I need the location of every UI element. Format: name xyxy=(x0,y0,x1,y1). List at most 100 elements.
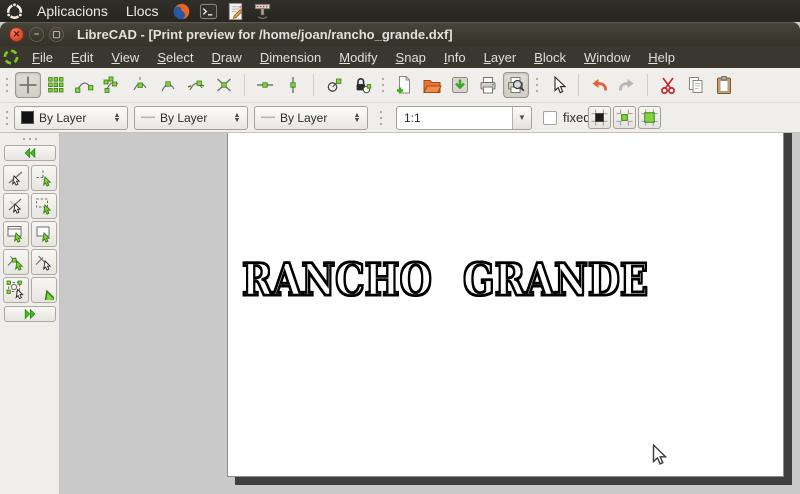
forward-button[interactable] xyxy=(4,306,56,322)
options-toolbar: By Layer▲▼By Layer▲▼By Layer▲▼ 1:1 ▼ fix… xyxy=(0,103,800,133)
menu-file[interactable]: File xyxy=(23,48,62,67)
window-titlebar[interactable]: ✕ − ▢ LibreCAD - [Print preview for /hom… xyxy=(0,22,800,46)
black-white-preview-button[interactable] xyxy=(588,106,611,129)
printer-icon xyxy=(478,75,498,95)
menu-edit[interactable]: Edit xyxy=(62,48,102,67)
fixed-checkbox[interactable] xyxy=(543,111,557,125)
menu-block[interactable]: Block xyxy=(525,48,575,67)
print-scale-combo[interactable]: 1:1 ▼ xyxy=(396,106,532,130)
text-editor-icon[interactable] xyxy=(226,2,245,21)
drawing-canvas[interactable]: RANCHO GRANDE xyxy=(61,133,800,494)
select-all-button[interactable] xyxy=(31,277,57,303)
thin-line-icon xyxy=(141,111,155,124)
menu-window[interactable]: Window xyxy=(575,48,639,67)
snap-free-button[interactable] xyxy=(15,72,41,98)
pen-color-value: By Layer xyxy=(39,111,110,125)
maximize-button[interactable]: ▢ xyxy=(49,27,64,42)
select-layer-button[interactable] xyxy=(3,277,29,303)
menu-view[interactable]: View xyxy=(102,48,148,67)
toolbar-drag-handle[interactable] xyxy=(534,75,540,95)
clamp-tool-icon[interactable] xyxy=(253,2,272,21)
select-intersected-button[interactable] xyxy=(31,249,57,275)
back-button[interactable] xyxy=(4,145,56,161)
chevron-down-icon[interactable]: ▼ xyxy=(512,107,531,129)
menu-layer[interactable]: Layer xyxy=(475,48,526,67)
copy-button[interactable] xyxy=(683,72,709,98)
menu-select[interactable]: Select xyxy=(148,48,202,67)
lock-relative-zero-button[interactable] xyxy=(349,72,375,98)
menu-modify[interactable]: Modify xyxy=(330,48,386,67)
spinner-arrows-icon[interactable]: ▲▼ xyxy=(110,113,124,123)
pen-color-combo[interactable]: By Layer▲▼ xyxy=(14,106,128,130)
deselect-contour-button[interactable] xyxy=(3,193,29,219)
cut-button[interactable] xyxy=(655,72,681,98)
deselect-entity-button[interactable] xyxy=(3,165,29,191)
spinner-arrows-icon[interactable]: ▲▼ xyxy=(350,113,364,123)
workspace: RANCHO GRANDE xyxy=(0,133,800,494)
firefox-icon[interactable] xyxy=(172,2,191,21)
print-preview-button[interactable] xyxy=(503,72,529,98)
panel-menu-places[interactable]: Llocs xyxy=(117,0,168,22)
toolbar-drag-handle[interactable] xyxy=(380,75,386,95)
redo-button[interactable] xyxy=(614,72,640,98)
copy-pages-icon xyxy=(686,75,706,95)
thin-line-icon xyxy=(261,111,275,124)
snap-middle-button[interactable] xyxy=(155,72,181,98)
close-button[interactable]: ✕ xyxy=(9,27,24,42)
pen-linetype-combo[interactable]: By Layer▲▼ xyxy=(254,106,368,130)
redo-arrow-icon xyxy=(617,75,637,95)
print-button[interactable] xyxy=(475,72,501,98)
arrows-left-icon xyxy=(21,145,39,161)
panel-menu-applications[interactable]: Aplicacions xyxy=(28,0,117,22)
menu-dimension[interactable]: Dimension xyxy=(251,48,330,67)
toolbar-drag-handle[interactable] xyxy=(378,108,384,128)
undo-button[interactable] xyxy=(586,72,612,98)
paper[interactable]: RANCHO GRANDE xyxy=(227,133,784,477)
snap-center-button[interactable] xyxy=(127,72,153,98)
drawing-text: RANCHO GRANDE xyxy=(242,261,648,301)
librecad-logo-icon xyxy=(2,48,20,66)
black-square-icon xyxy=(21,111,34,124)
toolbar-separator xyxy=(578,74,579,96)
snap-endpoints-button[interactable] xyxy=(71,72,97,98)
select-all-hand-icon xyxy=(34,280,54,300)
save-drive-icon xyxy=(450,75,470,95)
snap-distance-button[interactable] xyxy=(183,72,209,98)
restrict-horizontal-button[interactable] xyxy=(252,72,278,98)
select-layer-icon xyxy=(6,280,26,300)
snap-grid-button[interactable] xyxy=(43,72,69,98)
set-relative-zero-button[interactable] xyxy=(321,72,347,98)
menu-info[interactable]: Info xyxy=(435,48,475,67)
snap-on-entity-button[interactable] xyxy=(99,72,125,98)
toolbar-drag-handle[interactable] xyxy=(4,75,10,95)
open-document-button[interactable] xyxy=(419,72,445,98)
terminal-icon[interactable] xyxy=(199,2,218,21)
toolbar-drag-handle[interactable] xyxy=(4,108,10,128)
green-square-icon xyxy=(640,108,659,127)
deselect-window-button[interactable] xyxy=(3,221,29,247)
snap-intersection-button[interactable] xyxy=(211,72,237,98)
paste-button[interactable] xyxy=(711,72,737,98)
fit-to-page-button[interactable] xyxy=(613,106,636,129)
select-window-button[interactable] xyxy=(31,221,57,247)
select-contour-button[interactable] xyxy=(31,193,57,219)
sidebar-drag-handle[interactable] xyxy=(0,133,59,142)
select-entity-button[interactable] xyxy=(31,165,57,191)
new-document-button[interactable] xyxy=(391,72,417,98)
spinner-arrows-icon[interactable]: ▲▼ xyxy=(230,113,244,123)
ubuntu-logo-icon[interactable] xyxy=(5,2,24,21)
pen-width-combo[interactable]: By Layer▲▼ xyxy=(134,106,248,130)
snap-endpoints-icon xyxy=(74,75,94,95)
menu-draw[interactable]: Draw xyxy=(202,48,250,67)
menu-help[interactable]: Help xyxy=(639,48,684,67)
print-scale-value[interactable]: 1:1 xyxy=(397,107,512,129)
deselect-intersected-button[interactable] xyxy=(3,249,29,275)
save-document-button[interactable] xyxy=(447,72,473,98)
crosshair-icon xyxy=(18,75,38,95)
restrict-vertical-button[interactable] xyxy=(280,72,306,98)
center-to-page-button[interactable] xyxy=(638,106,661,129)
menu-snap[interactable]: Snap xyxy=(387,48,435,67)
clipboard-icon xyxy=(714,75,734,95)
selection-pointer-button[interactable] xyxy=(545,72,571,98)
minimize-button[interactable]: − xyxy=(29,27,44,42)
